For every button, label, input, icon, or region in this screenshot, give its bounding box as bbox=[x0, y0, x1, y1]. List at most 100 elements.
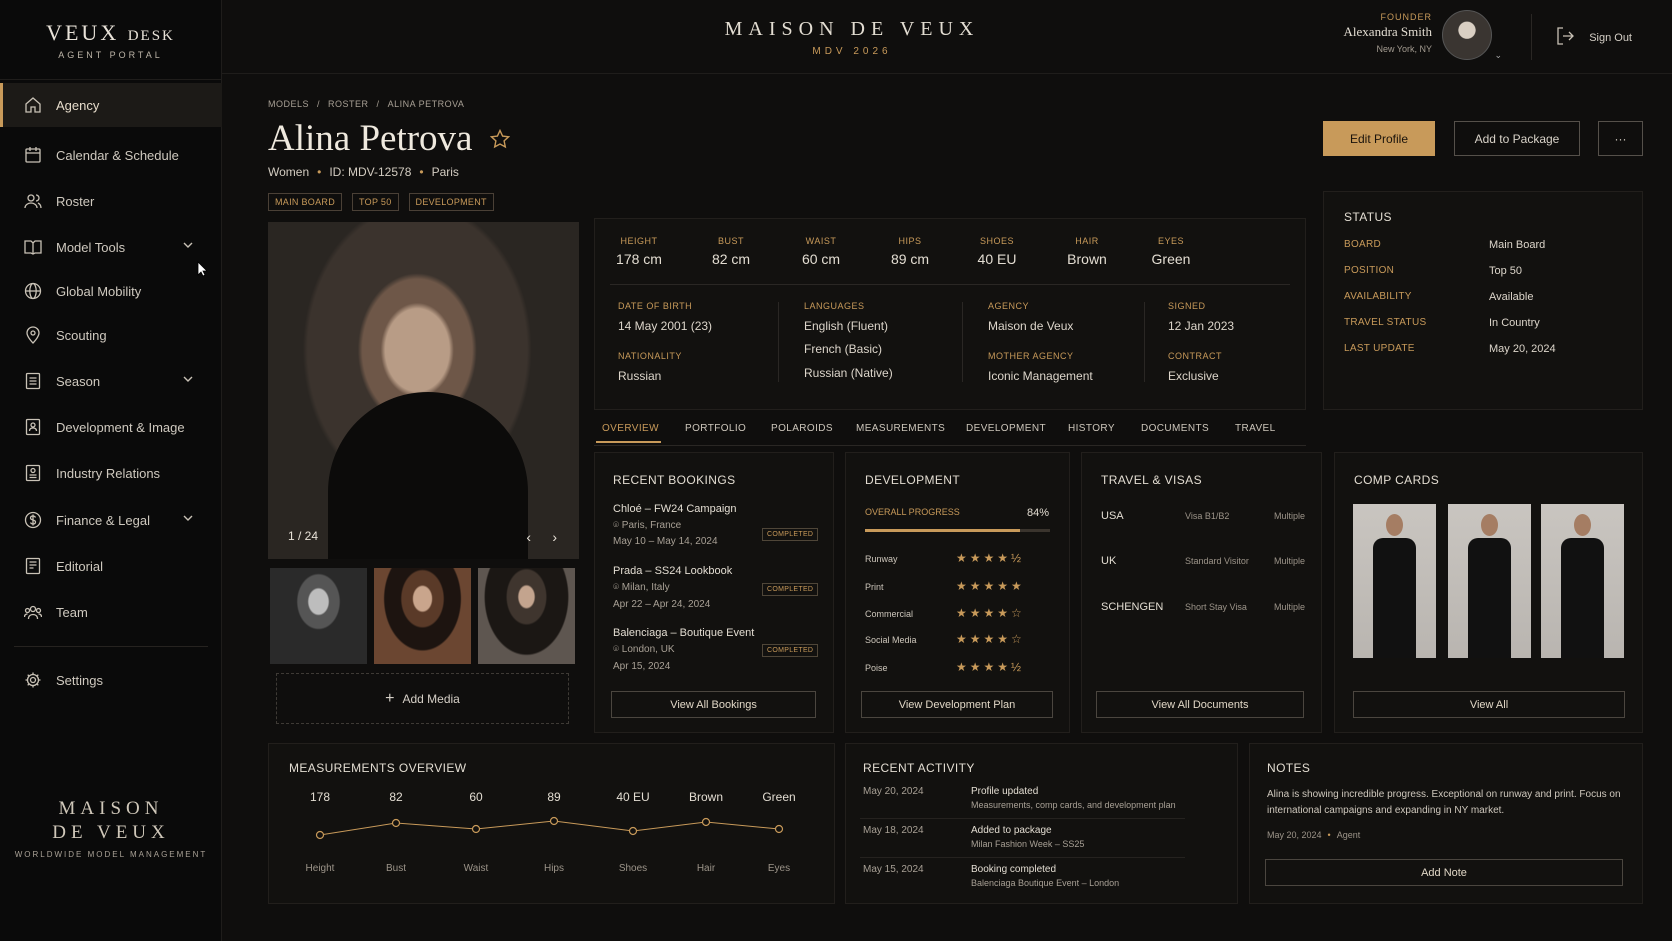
logo-subtitle: AGENT PORTAL bbox=[58, 50, 163, 60]
edit-profile-button[interactable]: Edit Profile bbox=[1323, 121, 1435, 156]
photo-figure bbox=[328, 392, 528, 559]
activity-sub: Measurements, comp cards, and developmen… bbox=[971, 800, 1176, 810]
status-badge: COMPLETED bbox=[762, 583, 819, 596]
signed-label: SIGNED bbox=[1168, 301, 1206, 311]
pin-icon: ⌾ bbox=[613, 520, 622, 531]
add-note-button[interactable]: Add Note bbox=[1265, 859, 1623, 886]
chevron-right-icon[interactable]: › bbox=[552, 529, 557, 545]
sidebar-item-finance-legal[interactable]: Finance & Legal bbox=[0, 498, 222, 542]
view-all-comp-cards-button[interactable]: View All bbox=[1353, 691, 1625, 718]
progress-bar bbox=[865, 529, 1050, 532]
divider bbox=[1144, 302, 1145, 382]
pin-icon: ⌾ bbox=[613, 644, 622, 655]
tab-polaroids[interactable]: POLAROIDS bbox=[771, 423, 833, 434]
sidebar-item-scouting[interactable]: Scouting bbox=[0, 313, 222, 357]
user-info[interactable]: FOUNDER Alexandra Smith New York, NY bbox=[1344, 12, 1432, 54]
star-icon[interactable] bbox=[489, 128, 511, 152]
sidebar: VEUX DESK AGENT PORTAL Agency Calendar &… bbox=[0, 0, 222, 941]
tab-history[interactable]: HISTORY bbox=[1068, 423, 1115, 434]
measurement-point bbox=[315, 830, 325, 840]
brand-logo[interactable]: VEUX DESK AGENT PORTAL bbox=[0, 0, 221, 80]
tab-documents[interactable]: DOCUMENTS bbox=[1141, 423, 1209, 434]
activity-date: May 15, 2024 bbox=[863, 864, 924, 875]
chevron-down-icon[interactable] bbox=[182, 512, 194, 527]
logo-main: VEUX bbox=[46, 20, 120, 45]
status-value: In Country bbox=[1489, 317, 1540, 329]
visa-type: Short Stay Visa bbox=[1185, 602, 1247, 612]
sidebar-item-season[interactable]: Season bbox=[0, 359, 222, 403]
sidebar-item-calendar[interactable]: Calendar & Schedule bbox=[0, 133, 222, 177]
more-options-button[interactable]: ··· bbox=[1598, 121, 1643, 156]
progress-label: OVERALL PROGRESS bbox=[865, 507, 960, 517]
comp-card-image[interactable] bbox=[1353, 504, 1436, 658]
comp-card-image[interactable] bbox=[1541, 504, 1624, 658]
sidebar-item-model-tools[interactable]: Model Tools bbox=[0, 225, 222, 269]
status-value: Available bbox=[1489, 291, 1534, 303]
breadcrumb-roster[interactable]: ROSTER bbox=[328, 99, 369, 109]
booking-title[interactable]: Chloé – FW24 Campaign bbox=[613, 503, 737, 515]
tag-top-50[interactable]: TOP 50 bbox=[352, 193, 399, 211]
stat-label: WAIST bbox=[805, 236, 837, 246]
photo-thumbnail[interactable] bbox=[478, 568, 575, 664]
main-photo[interactable]: 1 / 24 ‹ › bbox=[268, 222, 579, 559]
sign-out-button[interactable]: Sign Out bbox=[1555, 26, 1632, 49]
photo-thumbnail[interactable] bbox=[270, 568, 367, 664]
booking-title[interactable]: Balenciaga – Boutique Event bbox=[613, 627, 754, 639]
sidebar-item-industry-relations[interactable]: Industry Relations bbox=[0, 451, 222, 495]
booking-title[interactable]: Prada – SS24 Lookbook bbox=[613, 565, 732, 577]
rating-label: Runway bbox=[865, 554, 898, 564]
stat-height: HEIGHT 178 cm bbox=[614, 236, 664, 267]
status-badge: COMPLETED bbox=[762, 528, 819, 541]
sidebar-item-development-image[interactable]: Development & Image bbox=[0, 405, 222, 449]
mother-agency-value: Iconic Management bbox=[988, 369, 1093, 383]
languages-label: LANGUAGES bbox=[804, 301, 865, 311]
footer-tagline: WORLDWIDE MODEL MANAGEMENT bbox=[14, 850, 208, 859]
chevron-down-icon[interactable] bbox=[182, 373, 194, 388]
activity-title-text[interactable]: Added to package bbox=[971, 825, 1052, 836]
bookings-title: RECENT BOOKINGS bbox=[613, 473, 736, 487]
comp-card-image[interactable] bbox=[1448, 504, 1531, 658]
view-development-plan-button[interactable]: View Development Plan bbox=[861, 691, 1053, 718]
tab-overview[interactable]: OVERVIEW bbox=[602, 423, 659, 434]
sidebar-item-team[interactable]: Team bbox=[0, 590, 222, 634]
photo-thumbnail[interactable] bbox=[374, 568, 471, 664]
sidebar-item-settings[interactable]: Settings bbox=[0, 658, 222, 702]
activity-title-text[interactable]: Profile updated bbox=[971, 786, 1038, 797]
sidebar-item-global-mobility[interactable]: Global Mobility bbox=[0, 269, 222, 313]
divider bbox=[1531, 14, 1532, 60]
avatar[interactable] bbox=[1442, 10, 1492, 60]
nationality-label: NATIONALITY bbox=[618, 351, 682, 361]
rating-label: Social Media bbox=[865, 635, 917, 645]
activity-title-text[interactable]: Booking completed bbox=[971, 864, 1056, 875]
status-key: BOARD bbox=[1344, 239, 1382, 250]
add-to-package-button[interactable]: Add to Package bbox=[1454, 121, 1580, 156]
add-media-button[interactable]: + Add Media bbox=[276, 673, 569, 724]
status-title: STATUS bbox=[1344, 210, 1392, 224]
measurement-point bbox=[471, 824, 481, 834]
user-name: Alexandra Smith bbox=[1343, 24, 1432, 39]
divider bbox=[778, 302, 779, 382]
view-all-bookings-button[interactable]: View All Bookings bbox=[611, 691, 816, 718]
chevron-left-icon[interactable]: ‹ bbox=[526, 529, 531, 545]
sidebar-item-agency[interactable]: Agency bbox=[0, 83, 222, 127]
breadcrumb-models[interactable]: MODELS bbox=[268, 99, 309, 109]
tab-measurements[interactable]: MEASUREMENTS bbox=[856, 423, 945, 434]
sidebar-item-editorial[interactable]: Editorial bbox=[0, 544, 222, 588]
tag-main-board[interactable]: MAIN BOARD bbox=[268, 193, 343, 211]
chevron-down-icon[interactable] bbox=[182, 239, 194, 254]
stat-label: HAIR bbox=[1075, 236, 1099, 246]
chevron-down-icon[interactable]: ⌄ bbox=[1494, 50, 1502, 61]
breadcrumb-current: ALINA PETROVA bbox=[387, 99, 465, 109]
contract-label: CONTRACT bbox=[1168, 351, 1222, 361]
sidebar-item-label: Settings bbox=[56, 672, 103, 688]
tab-portfolio[interactable]: PORTFOLIO bbox=[685, 423, 746, 434]
tag-development[interactable]: DEVELOPMENT bbox=[408, 193, 494, 211]
sidebar-item-roster[interactable]: Roster bbox=[0, 179, 222, 223]
tab-development[interactable]: DEVELOPMENT bbox=[966, 423, 1046, 434]
app-title: MAISON DE VEUX bbox=[724, 18, 980, 40]
view-all-documents-button[interactable]: View All Documents bbox=[1096, 691, 1304, 718]
stat-value: 82 cm bbox=[711, 251, 751, 267]
tab-travel[interactable]: TRAVEL bbox=[1235, 423, 1276, 434]
stat-shoes: SHOES 40 EU bbox=[972, 236, 1022, 267]
breadcrumb: MODELS / ROSTER / ALINA PETROVA bbox=[268, 99, 465, 109]
